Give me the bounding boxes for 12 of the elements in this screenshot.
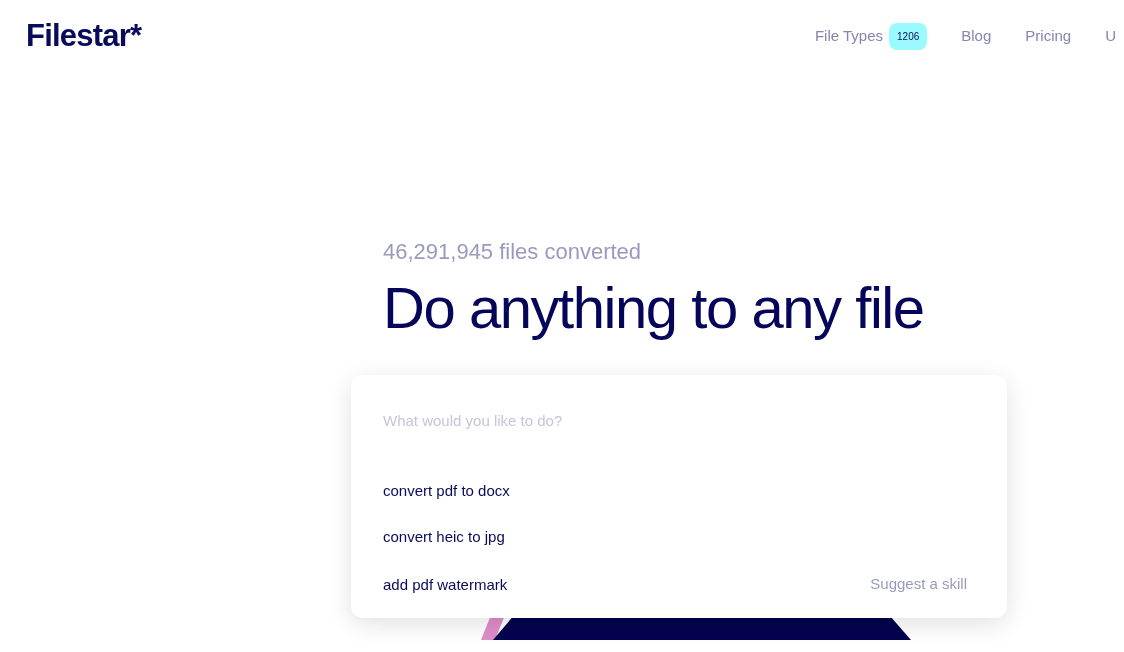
hero-title: Do anything to any file [383, 274, 925, 342]
nav-link[interactable]: Pricing [1025, 24, 1072, 48]
suggestion-link[interactable]: convert heic to jpg [383, 527, 505, 546]
nav-link[interactable]: U [1105, 24, 1116, 48]
suggestion-link[interactable]: convert pdf to docx [383, 481, 510, 500]
suggestion-link[interactable]: add pdf watermark [383, 574, 508, 594]
logo[interactable]: Filestar* [26, 12, 142, 60]
nav-link[interactable]: File Types 1206 [814, 22, 928, 50]
search-field[interactable]: What would you like to do? [383, 410, 975, 433]
nav-link[interactable]: Blog [961, 24, 992, 48]
count-badge: 1206 [889, 22, 928, 50]
files-counter: 46,291,945 files converted [383, 238, 643, 266]
